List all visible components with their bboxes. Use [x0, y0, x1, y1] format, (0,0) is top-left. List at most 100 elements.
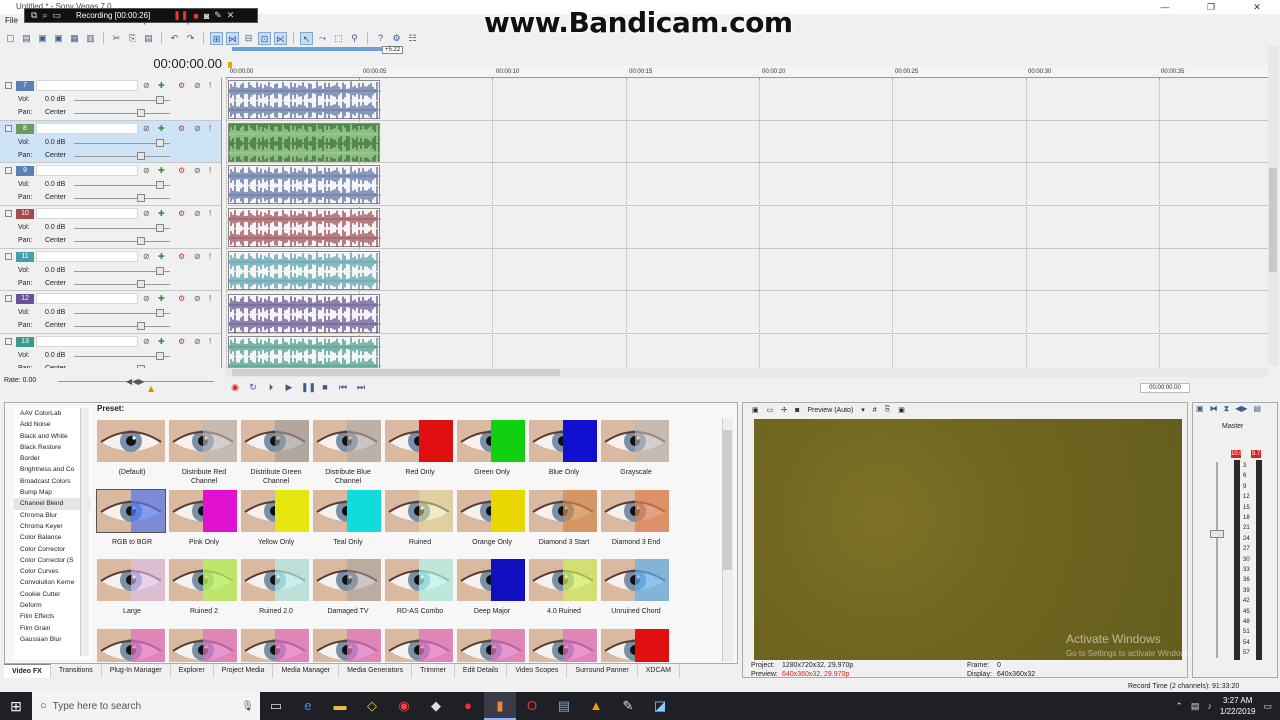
peak-right-readout[interactable]: 9.7	[1251, 450, 1261, 458]
master-props-icon[interactable]: ▣	[1196, 404, 1204, 414]
master-menu-icon[interactable]: ▤	[1254, 404, 1262, 414]
loop-region-bar[interactable]	[232, 47, 382, 51]
lock-envelopes-icon[interactable]: ⊟	[242, 32, 255, 45]
fx-list-item[interactable]: Black and White	[14, 431, 90, 442]
mute-icon[interactable]: ⊘	[194, 124, 201, 133]
preset-thumbnail[interactable]	[456, 627, 528, 662]
fx-list-item[interactable]: Broadcast Colors	[14, 476, 90, 487]
volume-slider[interactable]	[74, 181, 170, 190]
mute-icon[interactable]: ⊘	[194, 337, 201, 346]
track-settings-icon[interactable]: ⚙	[178, 252, 185, 261]
preset-thumbnail[interactable]	[240, 627, 312, 662]
pan-slider-knob[interactable]	[137, 237, 145, 246]
record-icon[interactable]: ◉	[229, 381, 241, 393]
fx-list-item[interactable]: Add Noise	[14, 419, 90, 430]
insert-fx-icon[interactable]: ✚	[158, 124, 165, 133]
preset-thumbnail[interactable]	[312, 627, 384, 662]
volume-slider-knob[interactable]	[156, 352, 164, 361]
dock-tab[interactable]: Media Manager	[273, 664, 340, 678]
solo-icon[interactable]: !	[209, 337, 211, 346]
open-icon[interactable]: ▤	[20, 32, 33, 45]
preset-thumbnail[interactable]: Distribute Red Channel	[168, 418, 240, 487]
render-icon[interactable]: ▦	[68, 32, 81, 45]
track-settings-icon[interactable]: ⚙	[178, 81, 185, 90]
preset-thumbnail[interactable]: Unruined Chord	[600, 557, 672, 626]
task-view-icon[interactable]: ▭	[260, 692, 292, 720]
bandicam-icon[interactable]: ●	[452, 692, 484, 720]
pan-slider-knob[interactable]	[137, 365, 145, 368]
fx-list-item[interactable]: Convolution Kerne	[14, 577, 90, 588]
master-fader[interactable]	[1210, 530, 1224, 538]
track-header[interactable]: 12 ⊘ ✚ ⚙ ⊘ ! Vol: 0.0 dB Pan: Center	[0, 291, 221, 335]
preset-thumbnail[interactable]: 4.0 Ruined	[528, 557, 600, 626]
volume-slider-knob[interactable]	[156, 309, 164, 318]
chrome-icon[interactable]: ◉	[388, 692, 420, 720]
rate-slider-knob[interactable]: ◀◀▶	[126, 377, 144, 386]
preset-thumbnail[interactable]: Ruined	[384, 488, 456, 557]
pan-slider[interactable]	[74, 322, 170, 331]
play-from-start-icon[interactable]: ⏵	[265, 381, 277, 393]
tool-icon[interactable]: ✎	[612, 692, 644, 720]
time-ruler[interactable]: 00:00:00 00:00:05 00:00:10 00:00:15 00:0…	[226, 66, 1268, 78]
fx-list-item[interactable]: Cookie Cutter	[14, 589, 90, 600]
vegas-icon[interactable]: ▮	[484, 692, 516, 720]
save-icon[interactable]: ▣	[36, 32, 49, 45]
mixer-icon[interactable]: ☷	[406, 32, 419, 45]
close-button[interactable]: ✕	[1234, 0, 1280, 14]
go-to-end-icon[interactable]: ⏭	[355, 381, 367, 393]
preset-thumbnail[interactable]: Large	[96, 557, 168, 626]
track-fx-icon[interactable]: ⊘	[143, 294, 150, 303]
vlc-icon[interactable]: ▲	[580, 692, 612, 720]
solo-icon[interactable]: !	[209, 124, 211, 133]
volume-slider[interactable]	[74, 309, 170, 318]
fx-list-item[interactable]: AAV ColorLab	[14, 408, 90, 419]
preset-thumbnail[interactable]	[600, 627, 672, 662]
track-lane[interactable]	[226, 163, 1268, 207]
track-lane[interactable]	[226, 206, 1268, 249]
pan-slider[interactable]	[74, 194, 170, 203]
preset-thumbnail[interactable]: Blue Only	[528, 418, 600, 487]
track-fx-icon[interactable]: ⊘	[143, 124, 150, 133]
track-expand-toggle[interactable]	[5, 124, 12, 132]
fx-list-item[interactable]: Color Corrector (S	[14, 555, 90, 566]
pan-slider-knob[interactable]	[137, 194, 145, 203]
fx-list-item[interactable]: Color Curves	[14, 566, 90, 577]
track-settings-icon[interactable]: ⚙	[178, 337, 185, 346]
track-name-field[interactable]	[36, 165, 138, 177]
notifications-icon[interactable]: ▭	[1263, 701, 1272, 712]
volume-slider-knob[interactable]	[156, 96, 164, 104]
preset-thumbnail[interactable]	[384, 627, 456, 662]
preset-thumbnail[interactable]: RD-AS Combo	[384, 557, 456, 626]
dock-tab[interactable]: Video Scopes	[507, 664, 568, 678]
fx-list-item[interactable]: Border	[14, 453, 90, 464]
insert-fx-icon[interactable]: ✚	[158, 166, 165, 175]
snap-icon[interactable]: ⊞	[210, 31, 223, 45]
go-to-start-icon[interactable]: ⏮	[337, 381, 349, 393]
edge-browser-icon[interactable]: e	[292, 692, 324, 720]
preset-thumbnail[interactable]: Damaged TV	[312, 557, 384, 626]
track-settings-icon[interactable]: ⚙	[178, 294, 185, 303]
track-fx-icon[interactable]: ⊘	[143, 81, 150, 90]
menu-file[interactable]: File	[5, 14, 18, 28]
close-icon[interactable]: ✕	[227, 10, 235, 21]
track-header[interactable]: 10 ⊘ ✚ ⚙ ⊘ ! Vol: 0.0 dB Pan: Center	[0, 206, 221, 249]
project-properties-icon[interactable]: ▣	[752, 406, 759, 414]
mute-icon[interactable]: ⊘	[194, 252, 201, 261]
notes-icon[interactable]: ◪	[644, 692, 676, 720]
fx-list-item[interactable]: Deform	[14, 600, 90, 611]
pan-slider-knob[interactable]	[137, 151, 145, 160]
fx-list-item[interactable]: Gaussian Blur	[14, 634, 90, 645]
track-header[interactable]: 7 ⊘ ✚ ⚙ ⊘ ! Vol: 0.0 dB Pan: Center	[0, 78, 221, 121]
pan-slider-knob[interactable]	[137, 279, 145, 288]
new-icon[interactable]: ▢	[4, 32, 17, 45]
mute-icon[interactable]: ⊘	[194, 209, 201, 218]
volume-slider[interactable]	[74, 224, 170, 233]
windows-start-icon[interactable]: ⊞	[0, 692, 32, 720]
store-icon[interactable]: ◇	[356, 692, 388, 720]
microphone-icon[interactable]: 🎙	[241, 701, 254, 712]
track-expand-toggle[interactable]	[5, 295, 12, 303]
preset-thumbnail[interactable]: Ruined 2.0	[240, 557, 312, 626]
external-monitor-icon[interactable]: ▭	[767, 406, 774, 414]
track-lane[interactable]	[226, 78, 1268, 121]
preset-thumbnail[interactable]: Orange Only	[456, 488, 528, 557]
